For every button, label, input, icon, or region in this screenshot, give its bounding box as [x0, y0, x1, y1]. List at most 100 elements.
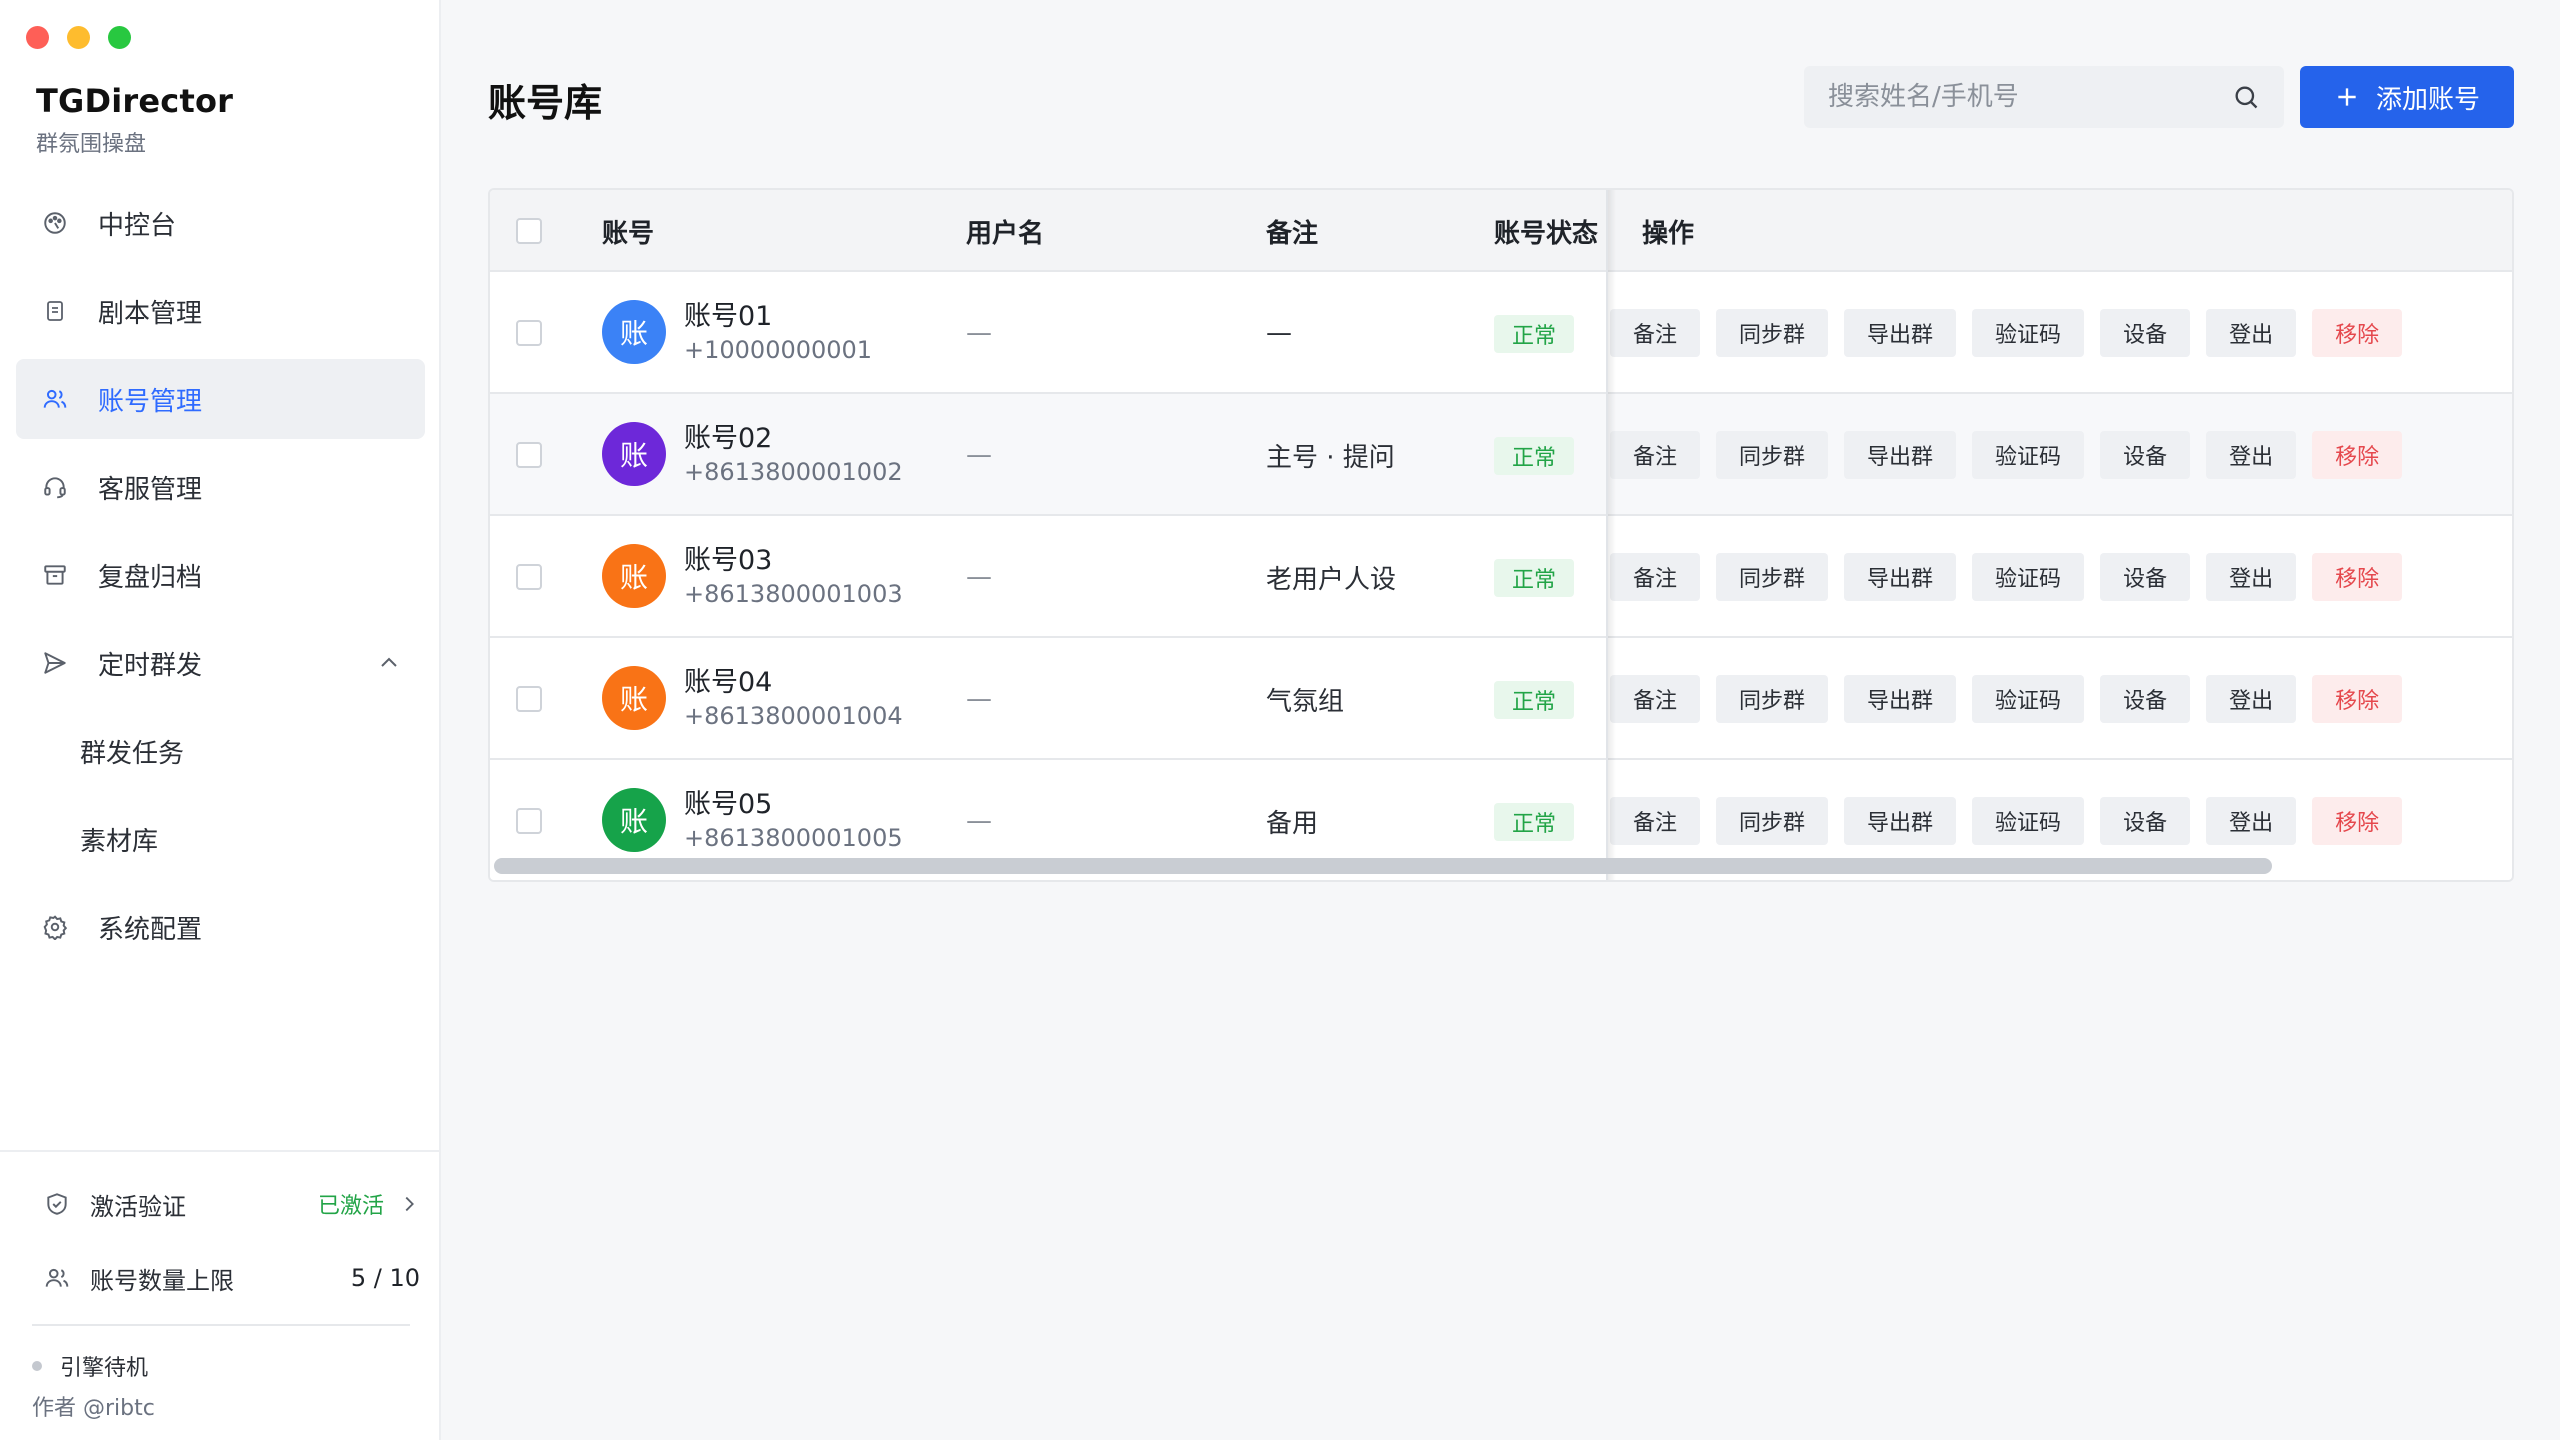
sidebar-item-archive[interactable]: 复盘归档 — [16, 535, 425, 615]
logout-button[interactable]: 登出 — [2206, 309, 2297, 357]
horizontal-scrollbar[interactable] — [494, 858, 2272, 874]
export-groups-button[interactable]: 导出群 — [1844, 797, 1957, 845]
add-account-label: 添加账号 — [2375, 84, 2480, 115]
verification-code-button[interactable]: 验证码 — [1972, 797, 2085, 845]
remove-button[interactable]: 移除 — [2312, 553, 2403, 601]
sidebar-item-label: 素材库 — [80, 826, 159, 857]
sync-groups-button[interactable]: 同步群 — [1716, 309, 1829, 357]
sidebar-item-scripts[interactable]: 剧本管理 — [16, 271, 425, 351]
note-button[interactable]: 备注 — [1610, 675, 1701, 723]
sidebar-item-label: 群发任务 — [80, 738, 185, 769]
column-header-actions: 操作 — [1642, 218, 1695, 249]
remove-button[interactable]: 移除 — [2312, 309, 2403, 357]
sidebar-item-label: 系统配置 — [98, 914, 203, 945]
brand-title: TGDirector — [36, 82, 234, 120]
logout-button[interactable]: 登出 — [2206, 675, 2297, 723]
search-input[interactable] — [1828, 82, 2232, 112]
brand-subtitle: 群氛围操盘 — [36, 132, 147, 157]
avatar: 账 — [602, 788, 666, 852]
fixed-column-shadow — [1608, 190, 1616, 880]
device-button[interactable]: 设备 — [2100, 431, 2191, 479]
export-groups-button[interactable]: 导出群 — [1844, 675, 1957, 723]
remove-button[interactable]: 移除 — [2312, 675, 2403, 723]
logout-button[interactable]: 登出 — [2206, 431, 2297, 479]
search-icon[interactable] — [2232, 83, 2260, 111]
verification-code-button[interactable]: 验证码 — [1972, 309, 2085, 357]
username-cell: — — [966, 318, 992, 348]
sidebar-item-label: 复盘归档 — [98, 562, 203, 593]
device-button[interactable]: 设备 — [2100, 675, 2191, 723]
accounts-table: 账号 用户名 备注 账号状态 操作 账 账号01 +10000000001 — … — [488, 188, 2514, 882]
export-groups-button[interactable]: 导出群 — [1844, 309, 1957, 357]
column-header-account: 账号 — [602, 218, 655, 249]
row-checkbox[interactable] — [516, 686, 542, 712]
add-account-button[interactable]: 添加账号 — [2300, 66, 2514, 128]
search-box[interactable] — [1804, 66, 2284, 128]
chevron-right-icon — [405, 1196, 414, 1212]
activation-row[interactable]: 激活验证 已激活 — [42, 1184, 420, 1224]
note-button[interactable]: 备注 — [1610, 431, 1701, 479]
quota-value: 5 / 10 — [350, 1264, 420, 1292]
sync-groups-button[interactable]: 同步群 — [1716, 553, 1829, 601]
row-checkbox[interactable] — [516, 320, 542, 346]
row-checkbox[interactable] — [516, 564, 542, 590]
shield-check-icon — [42, 1189, 72, 1219]
brand: TGDirector 群氛围操盘 — [36, 82, 233, 158]
plus-icon — [2334, 84, 2360, 110]
export-groups-button[interactable]: 导出群 — [1844, 431, 1957, 479]
column-header-username: 用户名 — [966, 218, 1045, 249]
sidebar-item-label: 定时群发 — [98, 650, 203, 681]
account-phone: +8613800001002 — [684, 458, 903, 486]
account-name: 账号05 — [684, 789, 773, 820]
window-close-button[interactable] — [26, 26, 49, 49]
column-header-status: 账号状态 — [1494, 218, 1599, 249]
window-zoom-button[interactable] — [108, 26, 131, 49]
logout-button[interactable]: 登出 — [2206, 553, 2297, 601]
sync-groups-button[interactable]: 同步群 — [1716, 797, 1829, 845]
row-checkbox[interactable] — [516, 808, 542, 834]
dashboard-icon — [40, 208, 70, 238]
status-badge: 正常 — [1494, 437, 1575, 475]
device-button[interactable]: 设备 — [2100, 797, 2191, 845]
sync-groups-button[interactable]: 同步群 — [1716, 431, 1829, 479]
sidebar-item-accounts[interactable]: 账号管理 — [16, 359, 425, 439]
device-button[interactable]: 设备 — [2100, 553, 2191, 601]
sidebar-item-materials[interactable]: 素材库 — [16, 799, 425, 879]
status-badge: 正常 — [1494, 315, 1575, 353]
users-icon — [40, 384, 70, 414]
note-button[interactable]: 备注 — [1610, 309, 1701, 357]
sync-groups-button[interactable]: 同步群 — [1716, 675, 1829, 723]
logout-button[interactable]: 登出 — [2206, 797, 2297, 845]
note-button[interactable]: 备注 — [1610, 553, 1701, 601]
account-name: 账号02 — [684, 423, 773, 454]
note-button[interactable]: 备注 — [1610, 797, 1701, 845]
device-button[interactable]: 设备 — [2100, 309, 2191, 357]
row-checkbox[interactable] — [516, 442, 542, 468]
note-cell: — — [1266, 318, 1292, 348]
sidebar-item-broadcast-tasks[interactable]: 群发任务 — [16, 711, 425, 791]
remove-button[interactable]: 移除 — [2312, 797, 2403, 845]
account-phone: +8613800001003 — [684, 580, 903, 608]
status-badge: 正常 — [1494, 681, 1575, 719]
sidebar-item-dashboard[interactable]: 中控台 — [16, 183, 425, 263]
sidebar-item-support[interactable]: 客服管理 — [16, 447, 425, 527]
window-minimize-button[interactable] — [67, 26, 90, 49]
sidebar-item-settings[interactable]: 系统配置 — [16, 887, 425, 967]
row-actions: 备注 同步群 导出群 验证码 设备 登出 移除 — [1610, 309, 2403, 357]
export-groups-button[interactable]: 导出群 — [1844, 553, 1957, 601]
quota-label: 账号数量上限 — [90, 1266, 234, 1295]
verification-code-button[interactable]: 验证码 — [1972, 675, 2085, 723]
window-controls — [26, 26, 131, 49]
verification-code-button[interactable]: 验证码 — [1972, 553, 2085, 601]
username-cell: — — [966, 562, 992, 592]
chevron-up-icon[interactable] — [377, 651, 401, 675]
verification-code-button[interactable]: 验证码 — [1972, 431, 2085, 479]
sidebar-item-scheduled-broadcast[interactable]: 定时群发 — [16, 623, 425, 703]
select-all-checkbox[interactable] — [516, 218, 542, 244]
account-phone: +8613800001004 — [684, 702, 903, 730]
note-cell: 老用户人设 — [1266, 564, 1397, 595]
remove-button[interactable]: 移除 — [2312, 431, 2403, 479]
archive-icon — [40, 560, 70, 590]
document-icon — [40, 296, 70, 326]
username-cell: — — [966, 684, 992, 714]
